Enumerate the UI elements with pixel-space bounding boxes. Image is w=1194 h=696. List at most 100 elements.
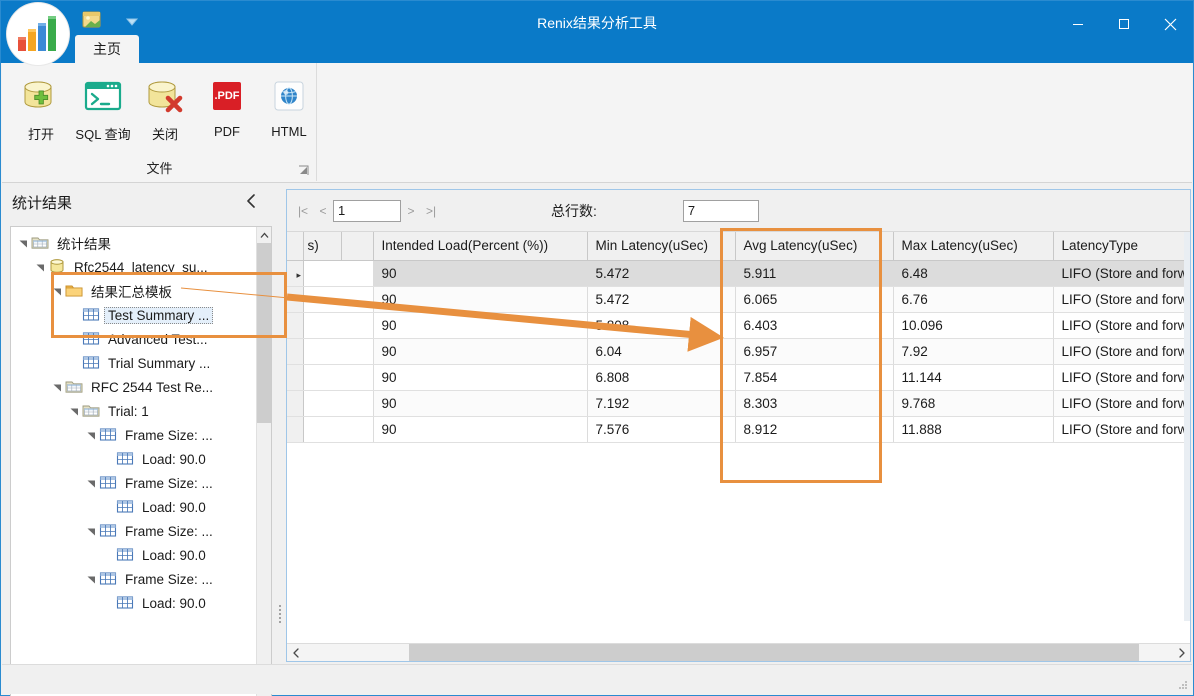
row-selector-cell[interactable] — [287, 364, 304, 391]
table-cell[interactable]: 90 — [373, 312, 588, 339]
column-header-min-latency[interactable]: Min Latency(uSec) — [587, 232, 736, 261]
row-selector-cell[interactable] — [287, 286, 304, 313]
sidebar-collapse-button[interactable] — [242, 192, 260, 210]
tree-node[interactable]: Test Summary ... — [11, 303, 257, 327]
row-selector-cell[interactable] — [287, 312, 304, 339]
open-button[interactable]: 打开 — [10, 71, 72, 143]
table-row[interactable]: 90 6.04 6.957 7.92 LIFO (Store and forw — [287, 338, 1190, 365]
column-header-avg-latency[interactable]: Avg Latency(uSec) — [735, 232, 894, 261]
table-cell[interactable] — [303, 364, 374, 391]
tree-node[interactable]: Load: 90.0 — [11, 495, 257, 519]
tree-node[interactable]: Load: 90.0 — [11, 543, 257, 567]
first-page-button[interactable]: |< — [293, 199, 313, 222]
tree-scroll-thumb[interactable] — [257, 243, 271, 423]
tab-home[interactable]: 主页 — [75, 35, 139, 63]
table-cell[interactable]: 11.144 — [893, 364, 1054, 391]
tree-twisty-expanded-icon[interactable] — [83, 519, 99, 543]
tree-twisty-expanded-icon[interactable] — [32, 255, 48, 279]
tree-node[interactable]: Advanced Test... — [11, 327, 257, 351]
column-header-frame-size[interactable]: s) — [303, 232, 342, 261]
table-cell[interactable]: 7.192 — [587, 390, 736, 417]
tree-twisty-expanded-icon[interactable] — [83, 423, 99, 447]
column-header-latency-type[interactable]: LatencyType — [1053, 232, 1190, 261]
hscroll-track[interactable] — [304, 644, 1173, 661]
sql-query-button[interactable]: SQL 查询 — [72, 71, 134, 143]
quick-access-save-icon[interactable] — [81, 9, 103, 31]
row-selector-cell[interactable] — [287, 338, 304, 365]
table-cell[interactable]: 90 — [373, 260, 588, 287]
tree-vertical-scrollbar[interactable] — [256, 227, 271, 696]
table-cell[interactable]: LIFO (Store and forw — [1053, 260, 1190, 287]
tree-node[interactable]: Trial: 1 — [11, 399, 257, 423]
grid-horizontal-scrollbar[interactable] — [287, 643, 1190, 661]
close-db-button[interactable]: 关闭 — [134, 71, 196, 143]
table-cell[interactable] — [303, 312, 374, 339]
table-row[interactable]: 90 7.576 8.912 11.888 LIFO (Store and forw — [287, 416, 1190, 443]
table-cell[interactable]: 6.403 — [735, 312, 894, 339]
table-cell[interactable]: LIFO (Store and forw — [1053, 286, 1190, 313]
table-cell[interactable]: 6.76 — [893, 286, 1054, 313]
row-selector-cell[interactable]: ▸ — [287, 260, 304, 287]
minimize-button[interactable] — [1055, 1, 1101, 47]
column-header-max-latency[interactable]: Max Latency(uSec) — [893, 232, 1054, 261]
table-cell[interactable]: 7.92 — [893, 338, 1054, 365]
app-logo[interactable] — [7, 3, 69, 65]
table-cell[interactable] — [303, 286, 374, 313]
table-cell[interactable]: 5.808 — [587, 312, 736, 339]
row-selector-cell[interactable] — [287, 416, 304, 443]
table-cell[interactable]: 7.576 — [587, 416, 736, 443]
tree-node[interactable]: RFC 2544 Test Re... — [11, 375, 257, 399]
next-page-button[interactable]: > — [401, 199, 421, 222]
tree-twisty-expanded-icon[interactable] — [15, 231, 31, 255]
close-button[interactable] — [1147, 1, 1193, 47]
table-cell[interactable]: 8.303 — [735, 390, 894, 417]
table-cell[interactable]: 6.957 — [735, 338, 894, 365]
page-number-input[interactable] — [333, 199, 401, 222]
table-cell[interactable]: LIFO (Store and forw — [1053, 364, 1190, 391]
table-cell[interactable]: LIFO (Store and forw — [1053, 338, 1190, 365]
table-cell[interactable] — [303, 260, 374, 287]
quick-access-chevron-down-icon[interactable] — [125, 15, 139, 26]
tree-node[interactable]: 结果汇总模板 — [11, 279, 257, 303]
table-cell[interactable]: 5.911 — [735, 260, 894, 287]
maximize-button[interactable] — [1101, 1, 1147, 47]
table-cell[interactable]: 9.768 — [893, 390, 1054, 417]
tree-twisty-expanded-icon[interactable] — [49, 279, 65, 303]
table-row[interactable]: ▸ 90 5.472 5.911 6.48 LIFO (Store and forw — [287, 260, 1190, 287]
tree-twisty-expanded-icon[interactable] — [83, 471, 99, 495]
tree-scroll-up-button[interactable] — [257, 227, 271, 243]
table-row[interactable]: 90 6.808 7.854 11.144 LIFO (Store and forw — [287, 364, 1190, 391]
table-cell[interactable]: 6.48 — [893, 260, 1054, 287]
table-cell[interactable]: LIFO (Store and forw — [1053, 416, 1190, 443]
hscroll-right-button[interactable] — [1173, 644, 1190, 661]
table-cell[interactable]: 6.808 — [587, 364, 736, 391]
tree-twisty-expanded-icon[interactable] — [49, 375, 65, 399]
table-cell[interactable]: 90 — [373, 416, 588, 443]
dialog-launcher-icon[interactable] — [298, 165, 310, 177]
row-selector-cell[interactable] — [287, 390, 304, 417]
last-page-button[interactable]: >| — [421, 199, 441, 222]
table-cell[interactable]: 6.065 — [735, 286, 894, 313]
hscroll-thumb[interactable] — [409, 644, 1139, 661]
column-header-intended-load[interactable]: Intended Load(Percent (%)) — [373, 232, 588, 261]
results-grid-container[interactable]: s) Intended Load(Percent (%)) Min Latenc… — [287, 232, 1190, 621]
html-export-button[interactable]: HTML — [258, 71, 320, 139]
tree-node[interactable]: Frame Size: ... — [11, 471, 257, 495]
sidebar-splitter-handle[interactable] — [277, 599, 283, 629]
table-cell[interactable]: 90 — [373, 338, 588, 365]
tree-node[interactable]: Frame Size: ... — [11, 519, 257, 543]
tree-node[interactable]: Frame Size: ... — [11, 423, 257, 447]
tree-node[interactable]: Rfc2544_latency_su... — [11, 255, 257, 279]
tree-node[interactable]: 统计结果 — [11, 231, 257, 255]
table-cell[interactable]: 10.096 — [893, 312, 1054, 339]
table-cell[interactable]: LIFO (Store and forw — [1053, 390, 1190, 417]
tree-twisty-expanded-icon[interactable] — [83, 567, 99, 591]
prev-page-button[interactable]: < — [313, 199, 333, 222]
tree-node[interactable]: Frame Size: ... — [11, 567, 257, 591]
table-cell[interactable]: 90 — [373, 364, 588, 391]
resize-grip-icon[interactable] — [1177, 679, 1189, 691]
tree-twisty-expanded-icon[interactable] — [66, 399, 82, 423]
table-cell[interactable]: LIFO (Store and forw — [1053, 312, 1190, 339]
table-cell[interactable]: 11.888 — [893, 416, 1054, 443]
table-cell[interactable]: 5.472 — [587, 260, 736, 287]
